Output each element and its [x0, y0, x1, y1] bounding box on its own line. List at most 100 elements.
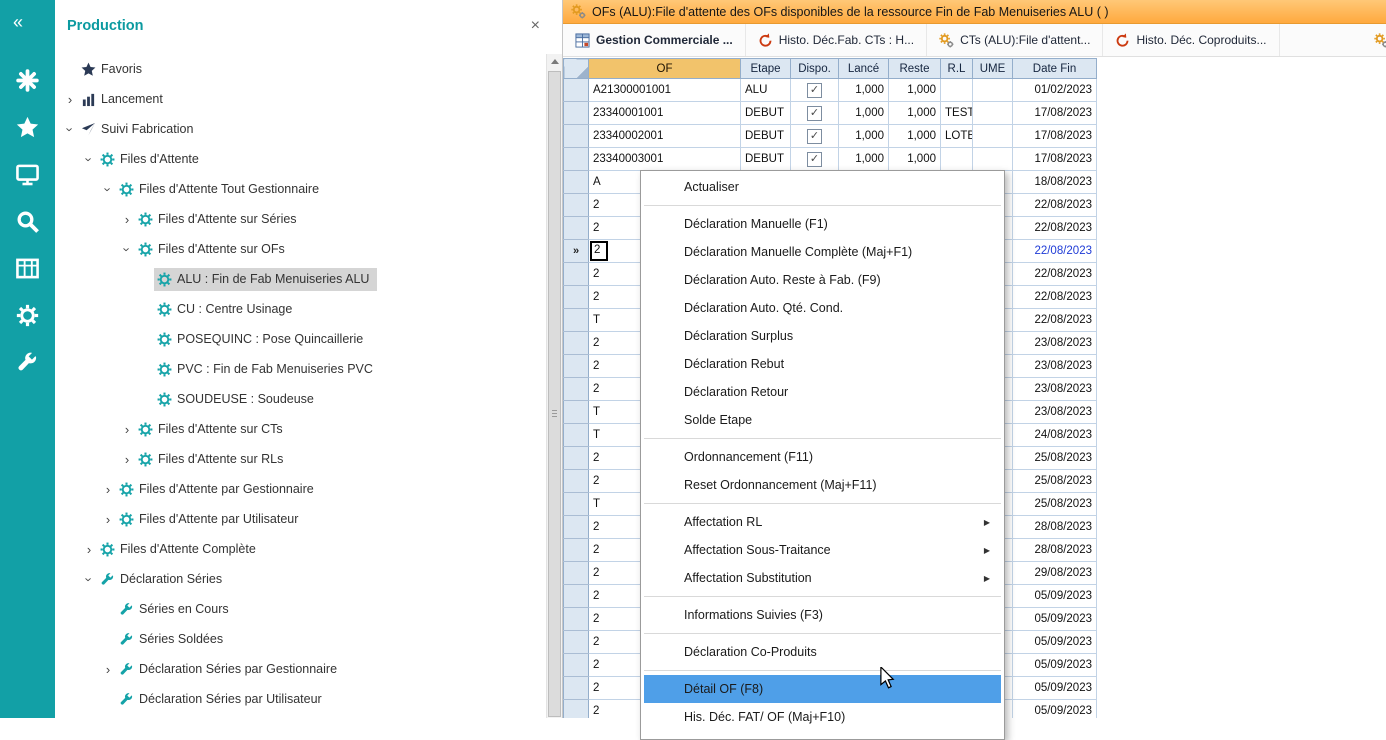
- column-header[interactable]: Etape: [741, 59, 791, 79]
- row-header-cell[interactable]: [564, 470, 589, 493]
- tree-item[interactable]: Séries Soldées: [55, 624, 545, 654]
- row-header-cell[interactable]: [564, 309, 589, 332]
- expander-icon[interactable]: ›: [62, 92, 78, 107]
- tree-item[interactable]: ›Files d'Attente Complète: [55, 534, 545, 564]
- menu-item[interactable]: Déclaration Auto. Qté. Cond.: [641, 294, 1004, 322]
- row-header-cell[interactable]: [564, 631, 589, 654]
- row-header-cell[interactable]: [564, 332, 589, 355]
- tree-item[interactable]: ›Files d'Attente sur OFs: [55, 234, 545, 264]
- column-header[interactable]: Reste: [889, 59, 941, 79]
- tree-item[interactable]: ›Lancement: [55, 84, 545, 114]
- row-header-cell[interactable]: [564, 700, 589, 719]
- table-row[interactable]: 23340003001DEBUT✓1,0001,00017/08/2023: [564, 148, 1097, 171]
- tree-item[interactable]: ›Files d'Attente par Utilisateur: [55, 504, 545, 534]
- row-header-cell[interactable]: [564, 286, 589, 309]
- tree-item[interactable]: SOUDEUSE : Soudeuse: [55, 384, 545, 414]
- tree-item[interactable]: PVC : Fin de Fab Menuiseries PVC: [55, 354, 545, 384]
- row-header-cell[interactable]: [564, 654, 589, 677]
- column-header[interactable]: R.L: [941, 59, 973, 79]
- settings-gear-icon[interactable]: [0, 292, 55, 339]
- row-header-cell[interactable]: [564, 516, 589, 539]
- document-tab[interactable]: Histo. Déc.Fab. CTs : H...: [746, 24, 927, 56]
- menu-item[interactable]: Déclaration Surplus: [641, 322, 1004, 350]
- grid-view-icon[interactable]: [0, 245, 55, 292]
- row-header-cell[interactable]: [564, 217, 589, 240]
- row-header-cell[interactable]: [564, 125, 589, 148]
- expander-icon[interactable]: ›: [119, 452, 135, 467]
- row-header-cell[interactable]: [564, 194, 589, 217]
- menu-item[interactable]: Ordonnancement (F11): [641, 443, 1004, 471]
- close-panel-icon[interactable]: ×: [531, 17, 540, 35]
- menu-item[interactable]: Déclaration Retour: [641, 378, 1004, 406]
- checkbox-checked-icon[interactable]: ✓: [807, 83, 822, 98]
- row-header-cell[interactable]: [564, 148, 589, 171]
- table-row[interactable]: 23340001001DEBUT✓1,0001,000TESTI17/08/20…: [564, 102, 1097, 125]
- column-header[interactable]: Date Fin: [1013, 59, 1097, 79]
- row-header-cell[interactable]: [564, 263, 589, 286]
- expander-icon[interactable]: ›: [82, 151, 97, 167]
- document-tab[interactable]: Histo. Déc. Coproduits...: [1103, 24, 1279, 56]
- row-header-cell[interactable]: [564, 171, 589, 194]
- menu-item[interactable]: Déclaration Auto. Reste à Fab. (F9): [641, 266, 1004, 294]
- menu-item[interactable]: Déclaration Manuelle Complète (Maj+F1): [641, 238, 1004, 266]
- scroll-up-icon[interactable]: [547, 54, 562, 70]
- expander-icon[interactable]: ›: [82, 571, 97, 587]
- expander-icon[interactable]: ›: [100, 482, 116, 497]
- menu-item[interactable]: Déclaration Rebut: [641, 350, 1004, 378]
- expander-icon[interactable]: ›: [119, 212, 135, 227]
- menu-item[interactable]: Affectation RL▶: [641, 508, 1004, 536]
- tree-item[interactable]: ALU : Fin de Fab Menuiseries ALU: [55, 264, 545, 294]
- tree-item[interactable]: ›Files d'Attente par Gestionnaire: [55, 474, 545, 504]
- checkbox-checked-icon[interactable]: ✓: [807, 106, 822, 121]
- expander-icon[interactable]: ›: [119, 422, 135, 437]
- row-header-cell[interactable]: [564, 424, 589, 447]
- menu-item[interactable]: Reset Ordonnancement (Maj+F11): [641, 471, 1004, 499]
- expander-icon[interactable]: ›: [101, 181, 116, 197]
- column-header[interactable]: OF: [589, 59, 741, 79]
- tree-item[interactable]: CU : Centre Usinage: [55, 294, 545, 324]
- checkbox-checked-icon[interactable]: ✓: [807, 152, 822, 167]
- row-header-cell[interactable]: [564, 102, 589, 125]
- row-header-cell[interactable]: [564, 677, 589, 700]
- row-header-cell[interactable]: [564, 539, 589, 562]
- row-header-cell[interactable]: [564, 585, 589, 608]
- expander-icon[interactable]: ›: [100, 662, 116, 677]
- grid-corner-cell[interactable]: [564, 59, 589, 79]
- favorites-icon[interactable]: [0, 104, 55, 151]
- tree-item[interactable]: ›Files d'Attente sur CTs: [55, 414, 545, 444]
- menu-item[interactable]: Actualiser: [641, 173, 1004, 201]
- modules-icon[interactable]: [0, 57, 55, 104]
- menu-item[interactable]: Déclaration Manuelle (F1): [641, 210, 1004, 238]
- scrollbar-thumb[interactable]: [548, 71, 561, 717]
- tree-item[interactable]: ›Déclaration Séries par Gestionnaire: [55, 654, 545, 684]
- row-header-cell[interactable]: [564, 447, 589, 470]
- tree-item[interactable]: Séries en Cours: [55, 594, 545, 624]
- column-header[interactable]: Lancé: [839, 59, 889, 79]
- row-header-cell[interactable]: [564, 493, 589, 516]
- menu-item[interactable]: Solde Etape: [641, 406, 1004, 434]
- tree-item[interactable]: ›Files d'Attente: [55, 144, 545, 174]
- menu-item[interactable]: Affectation Sous-Traitance▶: [641, 536, 1004, 564]
- tree-item[interactable]: Favoris: [55, 54, 545, 84]
- row-header-cell[interactable]: [564, 79, 589, 102]
- column-header[interactable]: UME: [973, 59, 1013, 79]
- tree-item[interactable]: ›Suivi Fabrication: [55, 114, 545, 144]
- collapse-panel-button[interactable]: «: [0, 0, 55, 33]
- row-header-cell[interactable]: [564, 562, 589, 585]
- row-header-cell[interactable]: [564, 378, 589, 401]
- menu-item[interactable]: His. Déc. FAT/ OF (Maj+F10): [641, 703, 1004, 731]
- document-tab[interactable]: CTs (ALU):File d'attent...: [927, 24, 1103, 56]
- row-header-cell[interactable]: [564, 608, 589, 631]
- document-tab[interactable]: [1362, 24, 1386, 56]
- tree-item[interactable]: ›Files d'Attente sur Séries: [55, 204, 545, 234]
- workstation-icon[interactable]: [0, 151, 55, 198]
- tree-item[interactable]: ›Déclaration Séries: [55, 564, 545, 594]
- expander-icon[interactable]: ›: [120, 241, 135, 257]
- search-icon[interactable]: [0, 198, 55, 245]
- tree-item[interactable]: Déclaration Séries par Utilisateur: [55, 684, 545, 714]
- expander-icon[interactable]: ›: [100, 512, 116, 527]
- menu-item[interactable]: Déclaration Co-Produits: [641, 638, 1004, 666]
- document-tab[interactable]: Gestion Commerciale ...: [563, 24, 746, 56]
- expander-icon[interactable]: ›: [63, 121, 78, 137]
- menu-item[interactable]: Informations Suivies (F3): [641, 601, 1004, 629]
